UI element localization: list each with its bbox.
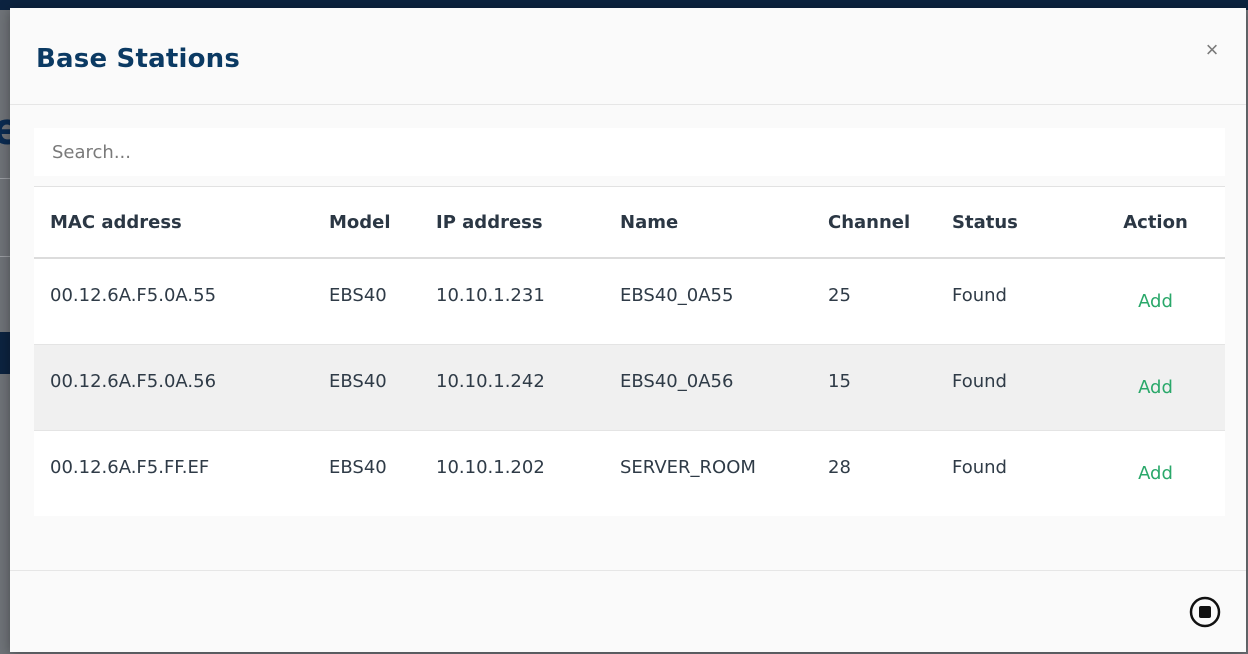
cell-name: EBS40_0A55 — [604, 258, 812, 345]
column-header-ip[interactable]: IP address — [420, 187, 604, 259]
cell-name: EBS40_0A56 — [604, 344, 812, 431]
cell-channel: 25 — [812, 258, 936, 345]
search-box — [34, 128, 1225, 176]
cell-mac: 00.12.6A.F5.0A.56 — [34, 344, 313, 431]
cell-channel: 15 — [812, 344, 936, 431]
cell-status: Found — [936, 258, 1086, 345]
column-header-model[interactable]: Model — [313, 187, 420, 259]
cell-channel: 28 — [828, 456, 851, 478]
cell-ip: 10.10.1.242 — [420, 344, 604, 431]
add-button[interactable]: Add — [1138, 463, 1173, 484]
table-header-row: MAC address Model IP address Name Channe… — [34, 187, 1225, 259]
modal-title: Base Stations — [36, 44, 241, 74]
cell-model: EBS40 — [329, 456, 387, 478]
stop-circle-icon — [1189, 596, 1221, 628]
cell-model: EBS40 — [313, 258, 420, 345]
close-button[interactable]: × — [1200, 38, 1224, 62]
table-row: 00.12.6A.F5.0A.56 EBS40 10.10.1.242 EBS4… — [34, 344, 1225, 431]
cell-ip: 10.10.1.231 — [420, 258, 604, 345]
add-button[interactable]: Add — [1138, 377, 1173, 398]
cell-action: Add — [1086, 344, 1225, 431]
cell-model: EBS40 — [313, 344, 420, 431]
column-header-name[interactable]: Name — [604, 187, 812, 259]
modal-footer — [10, 570, 1246, 653]
cell-name: SERVER_ROOM — [620, 456, 756, 478]
cell-status: Found — [936, 344, 1086, 431]
column-header-channel[interactable]: Channel — [812, 187, 936, 259]
cell-mac: 00.12.6A.F5.0A.55 — [34, 258, 313, 345]
column-header-status[interactable]: Status — [936, 187, 1086, 259]
base-stations-table: MAC address Model IP address Name Channe… — [34, 186, 1225, 516]
cell-action: Add — [1086, 258, 1225, 345]
stop-button[interactable] — [1188, 595, 1222, 629]
modal-header: Base Stations × — [10, 8, 1246, 105]
table-row: 00.12.6A.F5.FF.EF EBS40 10.10.1.202 SERV… — [34, 430, 1225, 516]
column-header-action: Action — [1086, 187, 1225, 259]
add-button[interactable]: Add — [1138, 291, 1173, 312]
cell-mac: 00.12.6A.F5.FF.EF — [50, 456, 210, 478]
table-row: 00.12.6A.F5.0A.55 EBS40 10.10.1.231 EBS4… — [34, 258, 1225, 345]
base-stations-modal: Base Stations × MAC address Model IP add… — [10, 8, 1246, 652]
column-header-mac[interactable]: MAC address — [34, 187, 313, 259]
search-input[interactable] — [34, 128, 1225, 176]
cell-action: Add — [1086, 430, 1225, 516]
cell-ip: 10.10.1.202 — [436, 456, 545, 478]
cell-status: Found — [952, 456, 1007, 478]
